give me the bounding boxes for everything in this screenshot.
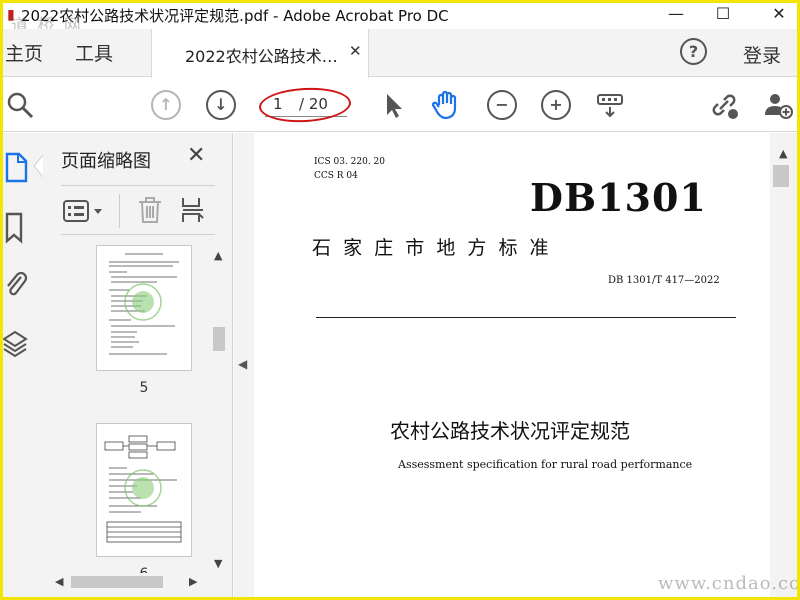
zoom-out-icon[interactable]: − (487, 90, 517, 120)
scroll-up-icon[interactable]: ▲ (779, 147, 787, 160)
document-page: ICS 03. 220. 20 CCS R 04 DB1301 石 家 庄 市 … (254, 133, 770, 597)
doc-ccs: CCS R 04 (314, 171, 358, 181)
doc-ics: ICS 03. 220. 20 (314, 157, 385, 167)
toolbar: ↑ ↓ 1 / 20 − + (3, 78, 797, 132)
close-window-button[interactable]: ✕ (759, 3, 797, 27)
search-icon[interactable] (5, 90, 35, 120)
maximize-button[interactable]: ☐ (703, 3, 743, 27)
navigation-strip (3, 133, 43, 597)
collapse-arrow-icon[interactable]: ◀ (238, 357, 247, 371)
doc-title-cn: 农村公路技术状况评定规范 (390, 419, 630, 443)
zoom-in-icon[interactable]: + (541, 90, 571, 120)
scrollbar-thumb[interactable] (213, 327, 225, 351)
title-bar: ▮ 2022农村公路技术状况评定规范.pdf - Adobe Acrobat P… (3, 3, 797, 29)
thumbnail-vertical-scrollbar[interactable]: ▲ ▼ (211, 245, 225, 575)
doc-db-code: DB1301 (530, 175, 707, 220)
scrollbar-thumb[interactable] (71, 576, 163, 588)
doc-title-en: Assessment specification for rural road … (398, 458, 693, 471)
scroll-down-icon[interactable]: ▼ (214, 557, 222, 570)
keyboard-icon[interactable] (595, 90, 625, 120)
tab-tools[interactable]: 工具 (75, 39, 113, 66)
attachment-icon[interactable] (3, 267, 29, 301)
help-button[interactable]: ? (680, 38, 707, 65)
panel-toolbar (61, 185, 215, 235)
thumbnail-horizontal-scrollbar[interactable]: ◀ ▶ (51, 573, 203, 591)
hand-tool-icon[interactable] (431, 90, 461, 120)
extract-pages-icon[interactable] (179, 196, 207, 224)
page-thumbnails-icon[interactable] (3, 151, 29, 185)
watermark-bottom-right: www.cndao.com (658, 573, 800, 594)
delete-page-icon[interactable] (137, 196, 163, 224)
document-vertical-scrollbar[interactable]: ▲ (770, 133, 797, 597)
doc-issuer: 石 家 庄 市 地 方 标 准 (312, 237, 549, 259)
minimize-button[interactable]: — (656, 3, 696, 27)
scroll-left-icon[interactable]: ◀ (55, 575, 63, 588)
thumbnail-page-6[interactable] (96, 423, 192, 557)
scroll-right-icon[interactable]: ▶ (189, 575, 197, 588)
options-menu-icon[interactable] (63, 200, 107, 222)
layers-icon[interactable] (3, 327, 29, 361)
panel-title: 页面缩略图 (61, 151, 151, 172)
next-page-icon[interactable]: ↓ (206, 90, 236, 120)
link-share-icon[interactable] (709, 90, 739, 120)
page-preview (109, 253, 179, 355)
add-user-icon[interactable] (763, 90, 793, 120)
page-preview (104, 435, 182, 543)
toolbar-divider (119, 194, 120, 228)
scroll-up-icon[interactable]: ▲ (214, 249, 222, 262)
select-cursor-icon[interactable] (379, 90, 409, 120)
thumbnail-page-number: 5 (139, 380, 149, 396)
scrollbar-thumb[interactable] (773, 165, 789, 187)
bookmark-icon[interactable] (3, 211, 29, 245)
page-thumbnails-panel: 页面缩略图 ✕ 5 ▲ ▼ ◀ ▶ (43, 133, 233, 597)
prev-page-icon[interactable]: ↑ (151, 90, 181, 120)
close-tab-button[interactable]: ✕ (349, 42, 362, 60)
doc-standard-number: DB 1301/T 417—2022 (608, 275, 720, 286)
thumbnail-list: 5 ▲ ▼ (51, 245, 225, 597)
window-title: 2022农村公路技术状况评定规范.pdf - Adobe Acrobat Pro… (21, 7, 449, 25)
doc-divider (316, 317, 736, 318)
tab-home[interactable]: 主页 (5, 39, 43, 66)
panel-collapse-bar[interactable]: ◀ (234, 133, 254, 597)
tab-document-label: 2022农村公路技术… (185, 47, 338, 66)
app-window: ▮ 2022农村公路技术状况评定规范.pdf - Adobe Acrobat P… (0, 0, 800, 600)
login-button[interactable]: 登录 (743, 41, 781, 68)
close-panel-button[interactable]: ✕ (187, 143, 205, 168)
active-panel-pointer-icon (33, 155, 43, 177)
red-circle-annotation (258, 85, 352, 125)
tab-document[interactable]: 2022农村公路技术… ✕ (151, 29, 369, 78)
thumbnail-page-5[interactable] (96, 245, 192, 371)
tab-row: 主页 工具 2022农村公路技术… ✕ ? 登录 (3, 29, 797, 78)
